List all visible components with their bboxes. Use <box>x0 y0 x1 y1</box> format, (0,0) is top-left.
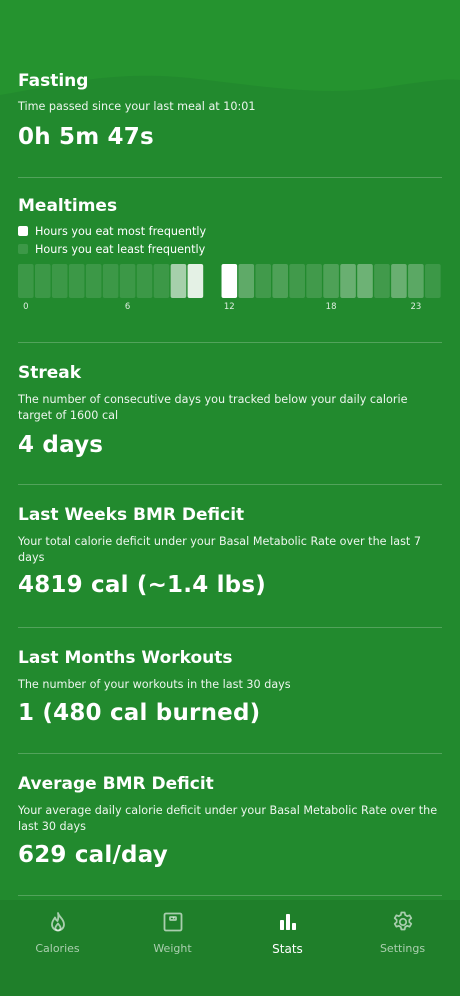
mealtimes-title: Mealtimes <box>18 196 118 216</box>
bmr-avg-description: Your average daily calorie deficit under… <box>18 804 438 833</box>
scale-icon <box>163 912 182 932</box>
legend-most-swatch <box>18 226 28 236</box>
tab-calories-label: Calories <box>35 942 80 955</box>
mealtimes-hour-chart: 0 6 12 18 23 <box>18 264 441 312</box>
hour-cell-10 <box>187 264 204 298</box>
bmr-week-description: Your total calorie deficit under your Ba… <box>18 535 421 564</box>
tab-weight-label: Weight <box>153 942 192 955</box>
hour-cell-8 <box>153 264 170 298</box>
streak-value: 4 days <box>18 432 104 458</box>
hour-cell-11 <box>205 264 221 298</box>
fasting-title: Fasting <box>18 71 89 91</box>
fasting-value: 0h 5m 47s <box>18 124 154 150</box>
legend-least-swatch <box>18 244 28 254</box>
hour-tick-label: 18 <box>326 302 337 312</box>
hour-cell-4 <box>85 264 102 298</box>
bar-chart-icon <box>279 914 296 930</box>
bmr-avg-title: Average BMR Deficit <box>18 774 214 794</box>
hour-cell-19 <box>340 264 356 298</box>
hour-cell-22 <box>391 264 407 298</box>
hour-cell-6 <box>119 264 136 298</box>
mealtimes-section: Mealtimes Hours you eat most frequently … <box>18 178 442 343</box>
hour-cell-5 <box>102 264 119 298</box>
hour-cell-1 <box>34 264 51 298</box>
tab-calories[interactable]: Calories <box>0 900 115 996</box>
bmr-avg-section: Average BMR Deficit Your average daily c… <box>18 754 442 896</box>
hour-cell-14 <box>255 264 272 298</box>
bmr-avg-value: 629 cal/day <box>18 842 168 868</box>
tab-bar: Calories Weight Stats Settings <box>0 900 460 996</box>
streak-section: Streak The number of consecutive days yo… <box>18 343 442 485</box>
hour-cell-21 <box>374 264 390 298</box>
legend-most: Hours you eat most frequently <box>18 222 442 240</box>
hour-cell-20 <box>357 264 373 298</box>
hour-cell-23 <box>408 264 424 298</box>
hour-cell-0 <box>18 264 34 298</box>
legend-most-label: Hours you eat most frequently <box>35 224 207 238</box>
tab-settings[interactable]: Settings <box>345 900 460 996</box>
hour-cell-15 <box>272 264 288 298</box>
workouts-section: Last Months Workouts The number of your … <box>18 628 442 754</box>
fasting-section: Fasting Time passed since your last meal… <box>18 0 442 178</box>
hour-cell-2 <box>51 264 68 298</box>
hour-tick-label: 0 <box>23 302 28 312</box>
legend-least: Hours you eat least frequently <box>18 240 442 258</box>
hour-cell-24 <box>425 264 441 298</box>
hour-cell-7 <box>136 264 153 298</box>
gear-icon <box>393 911 412 931</box>
tab-stats-label: Stats <box>272 942 303 956</box>
bmr-week-section: Last Weeks BMR Deficit Your total calori… <box>18 485 442 628</box>
streak-description: The number of consecutive days you track… <box>18 393 408 422</box>
hour-cell-18 <box>323 264 339 298</box>
tab-stats[interactable]: Stats <box>230 900 345 996</box>
hour-tick-label: 12 <box>224 302 235 312</box>
hour-tick-label: 6 <box>125 302 130 312</box>
bmr-week-title: Last Weeks BMR Deficit <box>18 505 245 525</box>
legend-least-label: Hours you eat least frequently <box>35 242 206 256</box>
hour-cell-16 <box>289 264 305 298</box>
streak-title: Streak <box>18 363 82 383</box>
hour-cell-17 <box>306 264 322 298</box>
tab-weight[interactable]: Weight <box>115 900 230 996</box>
fasting-description: Time passed since your last meal at 10:0… <box>18 100 256 113</box>
tab-settings-label: Settings <box>379 942 426 955</box>
hour-cell-13 <box>238 264 255 298</box>
workouts-value: 1 (480 cal burned) <box>18 700 261 726</box>
workouts-description: The number of your workouts in the last … <box>18 678 291 691</box>
hour-tick-label: 23 <box>410 302 421 312</box>
workouts-title: Last Months Workouts <box>18 648 233 668</box>
hour-cell-3 <box>68 264 85 298</box>
hour-cell-12 <box>221 264 238 298</box>
flame-icon <box>50 912 65 932</box>
stats-content[interactable]: Fasting Time passed since your last meal… <box>0 0 460 896</box>
bmr-week-value: 4819 cal (~1.4 lbs) <box>18 572 266 598</box>
hour-cell-9 <box>170 264 187 298</box>
